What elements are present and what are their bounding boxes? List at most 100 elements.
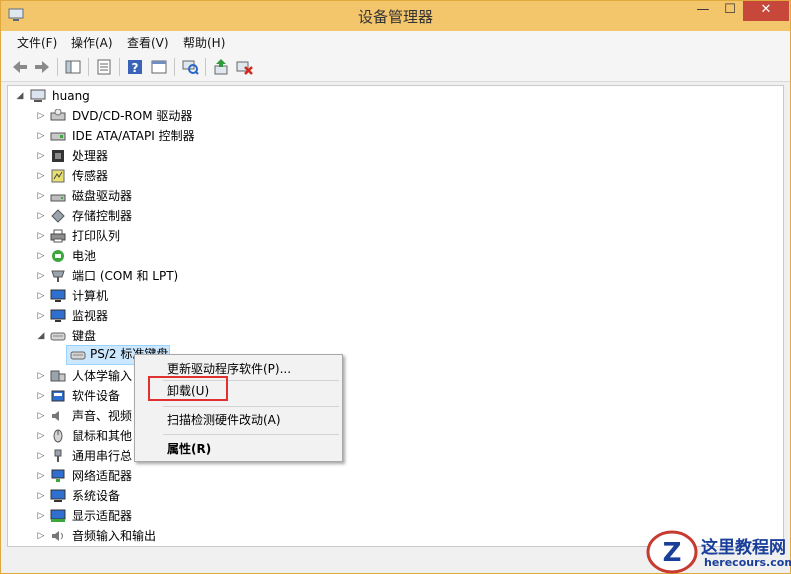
category-label: 传感器 [72, 169, 109, 183]
tree-category[interactable]: ▷ 监视器 [8, 306, 778, 326]
category-label: 电池 [72, 249, 97, 263]
tree-category[interactable]: ▷ 端口 (COM 和 LPT) [8, 266, 778, 286]
properties-list-icon[interactable] [95, 58, 113, 76]
watermark-logo: Z [646, 530, 698, 574]
tree-category[interactable]: ▷ 显示适配器 [8, 506, 778, 526]
menu-separator [163, 434, 339, 435]
category-label: IDE ATA/ATAPI 控制器 [72, 129, 195, 143]
menu-help[interactable]: 帮助(H) [183, 34, 225, 51]
tree-category[interactable]: ▷ IDE ATA/ATAPI 控制器 [8, 126, 778, 146]
title-bar: 设备管理器 — ☐ ✕ [1, 1, 790, 31]
watermark-title: 这里教程网 [701, 538, 786, 558]
show-pane-icon[interactable] [150, 58, 168, 76]
menu-action[interactable]: 操作(A) [71, 34, 113, 51]
svg-text:?: ? [132, 61, 139, 75]
keyboard-icon [50, 332, 66, 341]
tree-category[interactable]: ▷ 人体学输入 [8, 366, 778, 386]
collapsed-arrow-icon[interactable]: ▷ [36, 106, 46, 126]
update-driver-menu-item[interactable]: 更新驱动程序软件(P)... [167, 360, 291, 377]
tree-category[interactable]: ▷ 处理器 [8, 146, 778, 166]
usb-icon [54, 449, 62, 462]
collapsed-arrow-icon[interactable]: ▷ [36, 466, 46, 486]
tree-category[interactable]: ▷ 计算机 [8, 286, 778, 306]
collapsed-arrow-icon[interactable]: ▷ [36, 226, 46, 246]
collapsed-arrow-icon[interactable]: ▷ [36, 306, 46, 326]
tree-category[interactable]: ▷ 存储控制器 [8, 206, 778, 226]
tree-category[interactable]: ▷ 软件设备 [8, 386, 778, 406]
close-button[interactable]: ✕ [743, 1, 789, 21]
computer-icon [50, 289, 66, 302]
window-title: 设备管理器 [357, 8, 433, 26]
expanded-arrow-icon[interactable]: ◢ [15, 86, 25, 106]
collapsed-arrow-icon[interactable]: ▷ [36, 186, 46, 206]
mouse-icon [53, 429, 63, 443]
collapsed-arrow-icon[interactable]: ▷ [36, 446, 46, 466]
collapsed-arrow-icon[interactable]: ▷ [36, 146, 46, 166]
category-label: 通用串行总 [72, 449, 133, 463]
maximize-button[interactable]: ☐ [717, 1, 743, 21]
scan-hardware-menu-item[interactable]: 扫描检测硬件改动(A) [167, 411, 281, 428]
tree-category[interactable]: ▷ 传感器 [8, 166, 778, 186]
toolbar: ? [1, 53, 790, 82]
software-device-icon [51, 390, 65, 402]
menu-view[interactable]: 查看(V) [127, 34, 169, 51]
collapsed-arrow-icon[interactable]: ▷ [36, 366, 46, 386]
scan-hardware-icon[interactable] [181, 58, 199, 76]
collapsed-arrow-icon[interactable]: ▷ [36, 386, 46, 406]
show-hide-console-tree-icon[interactable] [64, 58, 82, 76]
uninstall-device-icon[interactable] [235, 58, 253, 76]
category-label: 磁盘驱动器 [72, 189, 133, 203]
expanded-arrow-icon[interactable]: ◢ [36, 326, 46, 346]
collapsed-arrow-icon[interactable]: ▷ [36, 426, 46, 446]
computer-icon [30, 89, 46, 102]
collapsed-arrow-icon[interactable]: ▷ [36, 266, 46, 286]
sound-icon [52, 411, 59, 421]
collapsed-arrow-icon[interactable]: ▷ [36, 126, 46, 146]
tree-category[interactable]: ▷ 磁盘驱动器 [8, 186, 778, 206]
tree-category[interactable]: ▷ 通用串行总 [8, 446, 778, 466]
device-tree[interactable]: ◢ huang ▷ DVD/CD-ROM 驱动器 ▷ IDE ATA/ATAPI… [7, 85, 784, 547]
category-label: 计算机 [72, 289, 109, 303]
tree-category[interactable]: ▷ 鼠标和其他 [8, 426, 778, 446]
keyboard-icon [70, 351, 86, 360]
sensor-icon [51, 169, 65, 183]
watermark: Z 这里教程网 herecours.com [646, 529, 791, 574]
minimize-button[interactable]: — [690, 1, 716, 21]
category-label: 处理器 [72, 149, 109, 163]
category-label: 声音、视频 [72, 409, 133, 423]
forward-icon[interactable] [33, 58, 51, 76]
tree-category[interactable]: ▷ 打印队列 [8, 226, 778, 246]
tree-category[interactable]: ▷ 系统设备 [8, 486, 778, 506]
category-label: 监视器 [72, 309, 109, 323]
toolbar-separator [57, 58, 58, 76]
processor-icon [52, 150, 64, 162]
uninstall-menu-item[interactable]: 卸载(U) [167, 382, 209, 399]
tree-category[interactable]: ▷ 电池 [8, 246, 778, 266]
collapsed-arrow-icon[interactable]: ▷ [36, 526, 46, 546]
category-label: 音频输入和输出 [72, 529, 157, 543]
collapsed-arrow-icon[interactable]: ▷ [36, 206, 46, 226]
help-icon[interactable]: ? [126, 58, 144, 76]
monitor-icon [50, 309, 66, 322]
toolbar-separator [119, 58, 120, 76]
collapsed-arrow-icon[interactable]: ▷ [36, 246, 46, 266]
back-icon[interactable] [11, 58, 29, 76]
tree-category[interactable]: ▷ 声音、视频 [8, 406, 778, 426]
root-label: huang [52, 89, 90, 103]
collapsed-arrow-icon[interactable]: ▷ [36, 406, 46, 426]
properties-menu-item[interactable]: 属性(R) [167, 440, 211, 457]
collapsed-arrow-icon[interactable]: ▷ [36, 486, 46, 506]
update-driver-icon[interactable] [212, 58, 230, 76]
tree-category[interactable]: ◢ 键盘 [8, 326, 778, 346]
collapsed-arrow-icon[interactable]: ▷ [36, 166, 46, 186]
menu-bar: 文件(F) 操作(A) 查看(V) 帮助(H) [1, 31, 790, 53]
collapsed-arrow-icon[interactable]: ▷ [36, 506, 46, 526]
menu-file[interactable]: 文件(F) [17, 34, 57, 51]
category-label: 鼠标和其他 [72, 429, 133, 443]
tree-category[interactable]: ▷ DVD/CD-ROM 驱动器 [8, 106, 778, 126]
printer-icon [50, 229, 66, 243]
category-label: 人体学输入 [72, 369, 133, 383]
collapsed-arrow-icon[interactable]: ▷ [36, 286, 46, 306]
tree-root[interactable]: ◢ huang [8, 86, 778, 106]
tree-category[interactable]: ▷ 网络适配器 [8, 466, 778, 486]
